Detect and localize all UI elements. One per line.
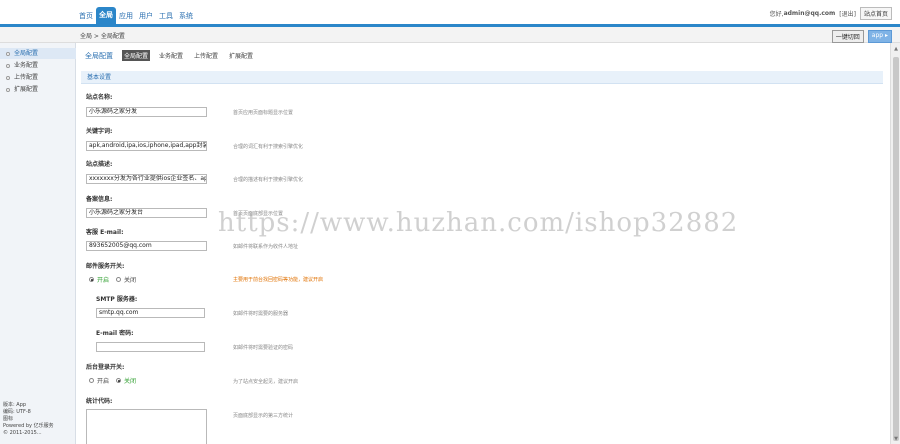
sidebar-item-extension[interactable]: 扩展配置 <box>0 84 76 95</box>
email-password-input[interactable] <box>96 342 205 352</box>
main-content: 全局配置 全局配置 业务配置 上传配置 扩展配置 基本设置 站点名称: 小乐源码… <box>77 43 890 444</box>
email-password-hint: 如邮件将时需要验证的密码 <box>233 345 294 351</box>
footer-copyright: © 2011-2015... <box>3 430 42 436</box>
scroll-down-icon[interactable]: ▼ <box>893 436 899 442</box>
app-button[interactable]: app ▸ <box>867 30 892 43</box>
bullet-icon <box>6 63 10 68</box>
site-home-button[interactable]: 站点首页 <box>859 7 892 20</box>
footer-encoding: 编码: UTF-8 <box>3 409 31 415</box>
nav-apps[interactable]: 应用 <box>116 11 136 24</box>
sidebar-item-label: 全局配置 <box>14 50 39 57</box>
footer-powered: Powered by 亿乐服务 <box>3 423 54 429</box>
admin-on-label[interactable]: 开启 <box>97 376 109 385</box>
tab-upload[interactable]: 上传配置 <box>192 50 220 61</box>
sidebar-footer: 版本: App 编码: UTF-8 图标 Powered by 亿乐服务 © 2… <box>3 402 54 437</box>
mail-on-radio[interactable] <box>89 277 94 282</box>
sidebar-item-label: 业务配置 <box>14 62 39 69</box>
tab-extension[interactable]: 扩展配置 <box>227 50 255 61</box>
watermark: https://www.huzhan.com/ishop32882 <box>218 208 739 238</box>
breadcrumb-actions: 一键切回 app ▸ <box>828 30 892 43</box>
icp-input[interactable]: 小乐源码之家分发台 <box>86 208 207 218</box>
stats-code-label: 统计代码: <box>86 398 113 405</box>
sidebar-item-upload[interactable]: 上传配置 <box>0 72 76 83</box>
stats-code-textarea[interactable] <box>86 409 207 444</box>
user-box: 您好, admin@qq.com [退出] 站点首页 <box>770 7 892 20</box>
user-email: admin@qq.com <box>783 10 836 17</box>
admin-login-switch-label: 后台登录开关: <box>86 364 125 371</box>
keywords-input[interactable]: apk,android,ipa,ios,iphone,ipad,app封装,上 <box>86 141 207 151</box>
tab-bar: 全局配置 全局配置 业务配置 上传配置 扩展配置 <box>85 50 262 61</box>
footer-icon: 图标 <box>3 416 14 422</box>
nav-tools[interactable]: 工具 <box>156 11 176 24</box>
switch-back-button[interactable]: 一键切回 <box>831 30 864 43</box>
nav-users[interactable]: 用户 <box>136 11 156 24</box>
admin-login-switch-radios: 开启 关闭 <box>89 376 143 385</box>
description-input[interactable]: xxxxxxx分发为各行业提供ios企业签名、app封 <box>86 174 207 184</box>
breadcrumb-bar: 全局 > 全局配置 一键切回 app ▸ <box>0 27 900 43</box>
tab-global[interactable]: 全局配置 <box>122 50 151 61</box>
mail-switch-hint: 主要用于前台找回密码等功能，建议开启 <box>233 277 324 283</box>
service-email-label: 客服 E-mail: <box>86 229 124 236</box>
scroll-thumb[interactable] <box>893 57 899 441</box>
sidebar-item-label: 上传配置 <box>14 74 39 81</box>
stats-code-hint: 页面底部显示的第三方统计 <box>233 413 294 419</box>
nav-global[interactable]: 全局 <box>96 7 116 24</box>
section-header: 基本设置 <box>81 71 883 84</box>
sidebar-item-global[interactable]: 全局配置 <box>0 48 76 59</box>
mail-off-radio[interactable] <box>116 277 122 282</box>
smtp-input[interactable]: smtp.qq.com <box>96 308 205 318</box>
scrollbar[interactable]: ▲ ▼ <box>890 43 900 444</box>
bullet-icon <box>6 87 10 92</box>
bullet-icon <box>6 75 10 80</box>
service-email-hint: 如邮件将联系作为收件人地址 <box>233 244 299 250</box>
icp-label: 备案信息: <box>86 196 113 203</box>
mail-off-label[interactable]: 关闭 <box>124 275 136 284</box>
keywords-hint: 合理的词汇有利于搜索引擎优化 <box>233 144 304 150</box>
bullet-icon <box>6 51 10 56</box>
admin-on-radio[interactable] <box>89 378 94 383</box>
description-label: 站点描述: <box>86 161 113 168</box>
logout-link[interactable]: [退出] <box>839 9 856 18</box>
page-title: 全局配置 <box>85 51 113 60</box>
scroll-up-icon[interactable]: ▲ <box>893 46 899 52</box>
greeting: 您好, <box>769 11 784 18</box>
mail-switch-label: 邮件服务开关: <box>86 263 125 270</box>
admin-off-label[interactable]: 关闭 <box>124 376 136 385</box>
sidebar-item-label: 扩展配置 <box>14 86 39 93</box>
top-nav: 首页 全局 应用 用户 工具 系统 <box>76 6 196 24</box>
tab-business[interactable]: 业务配置 <box>157 50 185 61</box>
footer-version: 版本: App <box>3 402 27 408</box>
admin-off-radio[interactable] <box>116 378 122 383</box>
site-name-hint: 首页应用页面标题显示位置 <box>233 110 294 116</box>
nav-system[interactable]: 系统 <box>176 11 196 24</box>
site-name-input[interactable]: 小乐源码之家分发 <box>86 107 207 117</box>
keywords-label: 关键字词: <box>86 128 113 135</box>
sidebar: 全局配置 业务配置 上传配置 扩展配置 版本: App 编码: UTF-8 图标… <box>0 43 76 444</box>
service-email-input[interactable]: 893652005@qq.com <box>86 241 207 251</box>
smtp-label: SMTP 服务器: <box>96 296 138 303</box>
site-name-label: 站点名称: <box>86 94 113 101</box>
mail-on-label[interactable]: 开启 <box>97 275 109 284</box>
top-bar: 首页 全局 应用 用户 工具 系统 您好, admin@qq.com [退出] … <box>0 0 900 24</box>
description-hint: 合理的描述有利于搜索引擎优化 <box>233 177 304 183</box>
admin-login-switch-hint: 为了站点安全起见，建议开启 <box>233 379 299 385</box>
mail-switch-radios: 开启 关闭 <box>89 275 143 284</box>
nav-home[interactable]: 首页 <box>76 11 96 24</box>
email-password-label: E-mail 密码: <box>96 330 134 337</box>
breadcrumb: 全局 > 全局配置 <box>80 33 125 40</box>
smtp-hint: 如邮件将时需要的服务器 <box>233 311 289 317</box>
sidebar-item-business[interactable]: 业务配置 <box>0 60 76 71</box>
